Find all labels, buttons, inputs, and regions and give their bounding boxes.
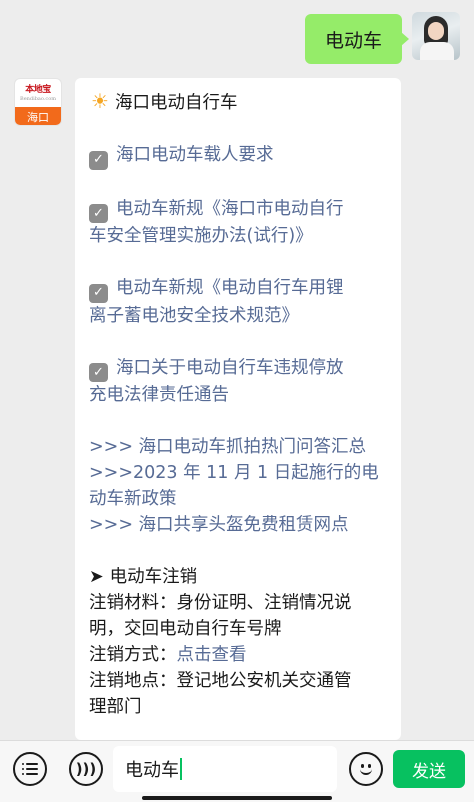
checklist-item-text[interactable]: 海口关于电动自行车违规停放 [116, 358, 344, 378]
checklist-item[interactable]: ✓ 海口关于电动自行车违规停放 [89, 355, 389, 382]
arrowhead-icon: ➤ [89, 567, 104, 587]
bot-avatar[interactable]: 本地宝 Bendibao.com 海口 [14, 78, 62, 126]
checklist-item-text-continued[interactable]: 离子蓄电池安全技术规范》 [89, 303, 389, 329]
cancel-location: 注销地点：登记地公安机关交通管 [89, 671, 352, 691]
incoming-message-bubble: ☀ 海口电动自行车 ✓ 海口电动车载人要求 ✓ 电动车新规《海口市电动自行 车安全管理… [75, 78, 401, 740]
menu-icon [22, 763, 38, 775]
outgoing-message-bubble[interactable]: 电动车 [304, 14, 410, 64]
outgoing-message-row: 电动车 [304, 12, 460, 64]
chat-input-bar: ))) 电动车 发送 [0, 740, 474, 802]
link-new-policy[interactable]: >>>2023 年 11 月 1 日起施行的电 [89, 460, 389, 486]
link-qa-summary[interactable]: >>> 海口电动车抓拍热门问答汇总 [89, 434, 389, 460]
cancel-method-link[interactable]: 点击查看 [177, 645, 247, 665]
checklist-item-text[interactable]: 海口电动车载人要求 [116, 145, 274, 165]
checkbox-checked-icon: ✓ [89, 363, 108, 382]
checklist-item[interactable]: ✓ 电动车新规《海口市电动自行 [89, 196, 389, 223]
emoji-icon [356, 759, 376, 779]
user-avatar[interactable] [412, 12, 460, 60]
checkbox-checked-icon: ✓ [89, 150, 108, 170]
cancel-location-continued: 理部门 [89, 697, 142, 717]
cancel-materials-continued: 明，交回电动自行车号牌 [89, 619, 282, 639]
cancel-materials: 注销材料：身份证明、注销情况说 [89, 593, 352, 613]
checklist-item[interactable]: ✓ 电动车新规《电动自行车用锂 [89, 275, 389, 303]
checklist-item-text-continued[interactable]: 车安全管理实施办法(试行)》 [89, 223, 389, 249]
message-input[interactable]: 电动车 [113, 746, 337, 792]
checklist-item-text[interactable]: 电动车新规《海口市电动自行 [116, 199, 344, 219]
cancel-section-heading: ➤ 电动车注销 [89, 564, 389, 590]
home-indicator[interactable] [142, 796, 332, 800]
cancel-method-label: 注销方式： [89, 645, 177, 665]
voice-icon: ))) [75, 760, 97, 778]
outgoing-message-text: 电动车 [324, 29, 382, 52]
logo-city: 海口 [15, 107, 61, 125]
bendibao-logo: 本地宝 Bendibao.com [15, 79, 61, 107]
logo-url: Bendibao.com [20, 95, 56, 102]
menu-button[interactable] [13, 752, 47, 786]
cancel-heading-text: 电动车注销 [109, 567, 198, 587]
message-input-value: 电动车 [125, 760, 179, 781]
message-title: ☀ 海口电动自行车 [89, 88, 389, 116]
checkbox-checked-icon: ✓ [89, 283, 108, 303]
text-caret [180, 758, 182, 780]
cancel-method: 注销方式：点击查看 [89, 642, 389, 668]
link-new-policy-continued[interactable]: 动车新政策 [89, 486, 389, 512]
checklist-item-text-continued[interactable]: 充电法律责任通告 [89, 382, 389, 408]
checkbox-checked-icon: ✓ [89, 204, 108, 223]
message-title-text: 海口电动自行车 [115, 93, 238, 113]
emoji-button[interactable] [349, 752, 383, 786]
checklist-item[interactable]: ✓ 海口电动车载人要求 [89, 142, 389, 170]
checklist-item-text[interactable]: 电动车新规《电动自行车用锂 [116, 278, 344, 298]
sun-icon: ☀ [91, 89, 109, 113]
voice-button[interactable]: ))) [69, 752, 103, 786]
link-helmet-rental[interactable]: >>> 海口共享头盔免费租赁网点 [89, 512, 389, 538]
logo-name: 本地宝 [25, 84, 51, 95]
send-button[interactable]: 发送 [393, 750, 465, 788]
